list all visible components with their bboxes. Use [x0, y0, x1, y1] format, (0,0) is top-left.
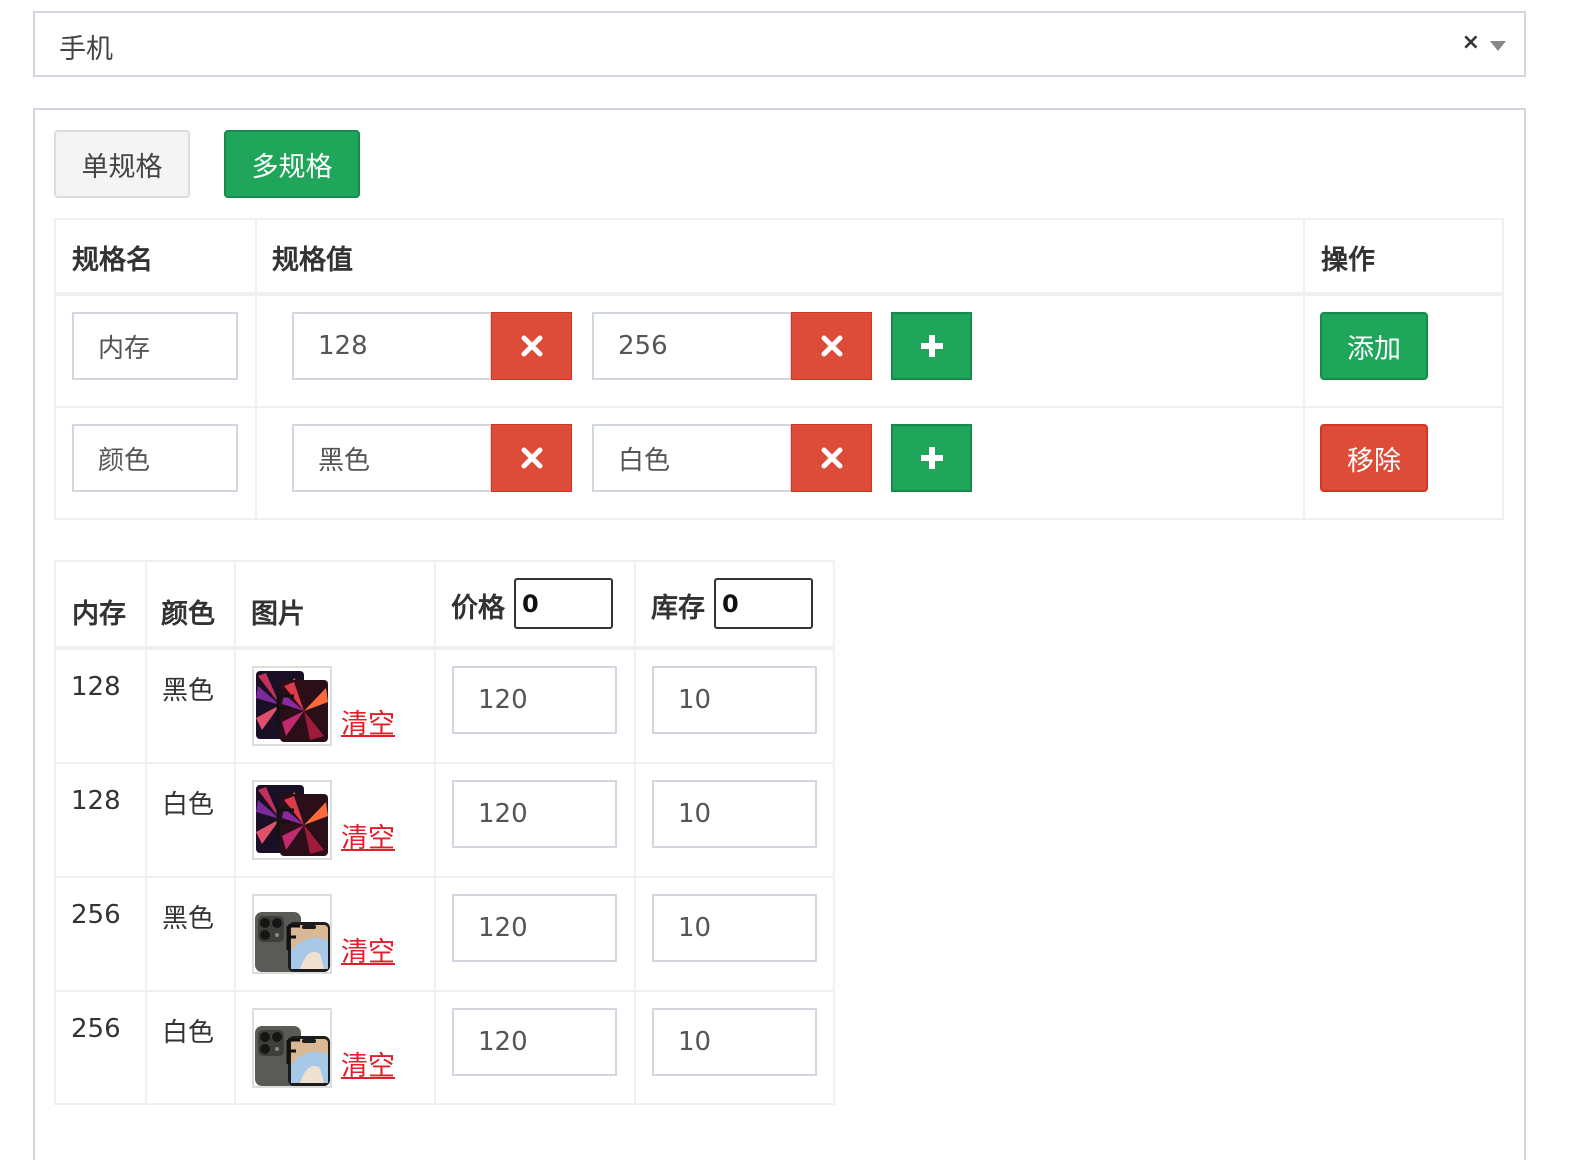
sku-price-input[interactable]: 120 — [452, 666, 617, 734]
sku-memory: 128 — [71, 786, 121, 816]
clear-image-link[interactable]: 清空 — [341, 930, 395, 969]
sku-stock-input[interactable]: 10 — [652, 1008, 817, 1076]
batch-stock-input[interactable]: 0 — [714, 578, 813, 629]
remove-value-button[interactable] — [491, 312, 572, 380]
phone-image — [254, 1010, 330, 1086]
remove-value-button[interactable] — [791, 312, 872, 380]
multi-spec-button[interactable]: 多规格 — [224, 130, 360, 198]
sku-color: 白色 — [162, 1018, 215, 1048]
remove-value-button[interactable] — [491, 424, 572, 492]
sku-memory: 128 — [71, 672, 121, 702]
sku-memory-header: 内存 — [72, 599, 126, 630]
close-icon — [821, 447, 842, 469]
add-spec-button[interactable]: 添加 — [1320, 312, 1428, 380]
spec-value-input[interactable]: 256 — [592, 312, 792, 380]
sku-price-input[interactable]: 120 — [452, 780, 617, 848]
plus-icon — [920, 335, 943, 357]
plus-icon — [920, 447, 943, 469]
sku-price-input[interactable]: 120 — [452, 1008, 617, 1076]
sku-memory: 256 — [71, 1014, 121, 1044]
remove-value-button[interactable] — [791, 424, 872, 492]
sku-color: 黑色 — [162, 904, 215, 934]
sku-color-header: 颜色 — [161, 599, 215, 630]
spec-name-input[interactable]: 颜色 — [72, 424, 238, 492]
spec-name-input[interactable]: 内存 — [72, 312, 238, 380]
clear-image-link[interactable]: 清空 — [341, 702, 395, 741]
spec-value-input[interactable]: 128 — [292, 312, 492, 380]
clear-image-link[interactable]: 清空 — [341, 816, 395, 855]
spec-values-header: 规格值 — [272, 245, 353, 276]
clear-image-link[interactable]: 清空 — [341, 1044, 395, 1083]
chevron-down-icon[interactable] — [1490, 41, 1506, 51]
close-icon — [821, 335, 842, 357]
sku-memory: 256 — [71, 900, 121, 930]
product-thumbnail[interactable] — [252, 894, 332, 974]
category-select[interactable]: 手机 × — [33, 11, 1526, 77]
spec-value-input[interactable]: 黑色 — [292, 424, 492, 492]
close-icon — [521, 335, 542, 357]
product-thumbnail[interactable] — [252, 1008, 332, 1088]
sku-stock-header: 库存 — [651, 593, 705, 624]
spec-value-input[interactable]: 白色 — [592, 424, 792, 492]
batch-price-input[interactable]: 0 — [514, 578, 613, 629]
spec-actions-header: 操作 — [1321, 245, 1375, 276]
product-thumbnail[interactable] — [252, 780, 332, 860]
product-thumbnail[interactable] — [252, 666, 332, 746]
category-select-value: 手机 — [59, 34, 113, 65]
sku-price-header: 价格 — [451, 593, 505, 624]
tablet-image — [254, 782, 330, 858]
sku-image-header: 图片 — [251, 599, 305, 630]
remove-spec-button[interactable]: 移除 — [1320, 424, 1428, 492]
sku-color: 白色 — [162, 790, 215, 820]
sku-color: 黑色 — [162, 676, 215, 706]
spec-name-header: 规格名 — [72, 245, 153, 276]
sku-price-input[interactable]: 120 — [452, 894, 617, 962]
add-value-button[interactable] — [891, 424, 972, 492]
sku-stock-input[interactable]: 10 — [652, 666, 817, 734]
tablet-image — [254, 668, 330, 744]
clear-icon[interactable]: × — [1462, 30, 1480, 55]
sku-stock-input[interactable]: 10 — [652, 894, 817, 962]
sku-stock-input[interactable]: 10 — [652, 780, 817, 848]
add-value-button[interactable] — [891, 312, 972, 380]
single-spec-button[interactable]: 单规格 — [54, 130, 190, 198]
close-icon — [521, 447, 542, 469]
phone-image — [254, 896, 330, 972]
